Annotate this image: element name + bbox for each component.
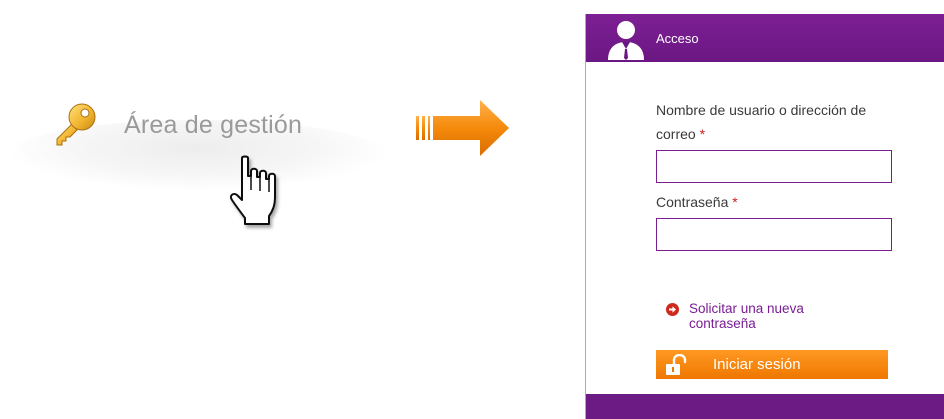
- password-label-text: Contraseña: [656, 194, 729, 210]
- request-new-password-link[interactable]: Solicitar una nueva contraseña: [666, 301, 849, 331]
- username-label-text: Nombre de usuario o dirección de correo: [656, 102, 867, 142]
- unlocked-padlock-icon: [666, 353, 687, 375]
- user-icon: [608, 21, 644, 60]
- login-button-label: Iniciar sesión: [713, 356, 801, 373]
- login-form: Nombre de usuario o dirección de correo …: [656, 98, 896, 251]
- arrow-right-icon: [416, 100, 509, 156]
- arrow-circle-right-icon: [666, 303, 679, 316]
- hand-pointer-cursor: [229, 155, 276, 225]
- password-label: Contraseña *: [656, 190, 896, 214]
- login-panel: Acceso Nombre de usuario o dirección de …: [585, 14, 944, 419]
- login-panel-title: Acceso: [656, 30, 699, 46]
- menu-item-label: Área de gestión: [124, 110, 303, 139]
- login-panel-footer: [586, 394, 944, 419]
- menu-item-area-gestion[interactable]: Área de gestión: [52, 100, 302, 150]
- password-required-mark: *: [732, 194, 738, 210]
- username-label: Nombre de usuario o dirección de correo …: [656, 98, 896, 146]
- key-icon: [56, 103, 96, 146]
- password-field[interactable]: [656, 218, 892, 251]
- login-button[interactable]: Iniciar sesión: [656, 350, 888, 379]
- request-new-password-label: Solicitar una nueva contraseña: [689, 301, 804, 331]
- login-panel-header: Acceso: [586, 14, 944, 62]
- username-field[interactable]: [656, 150, 892, 183]
- screenshot-stage: Área de gestión Acceso Nombre de usuario…: [0, 0, 944, 419]
- username-required-mark: *: [699, 126, 706, 142]
